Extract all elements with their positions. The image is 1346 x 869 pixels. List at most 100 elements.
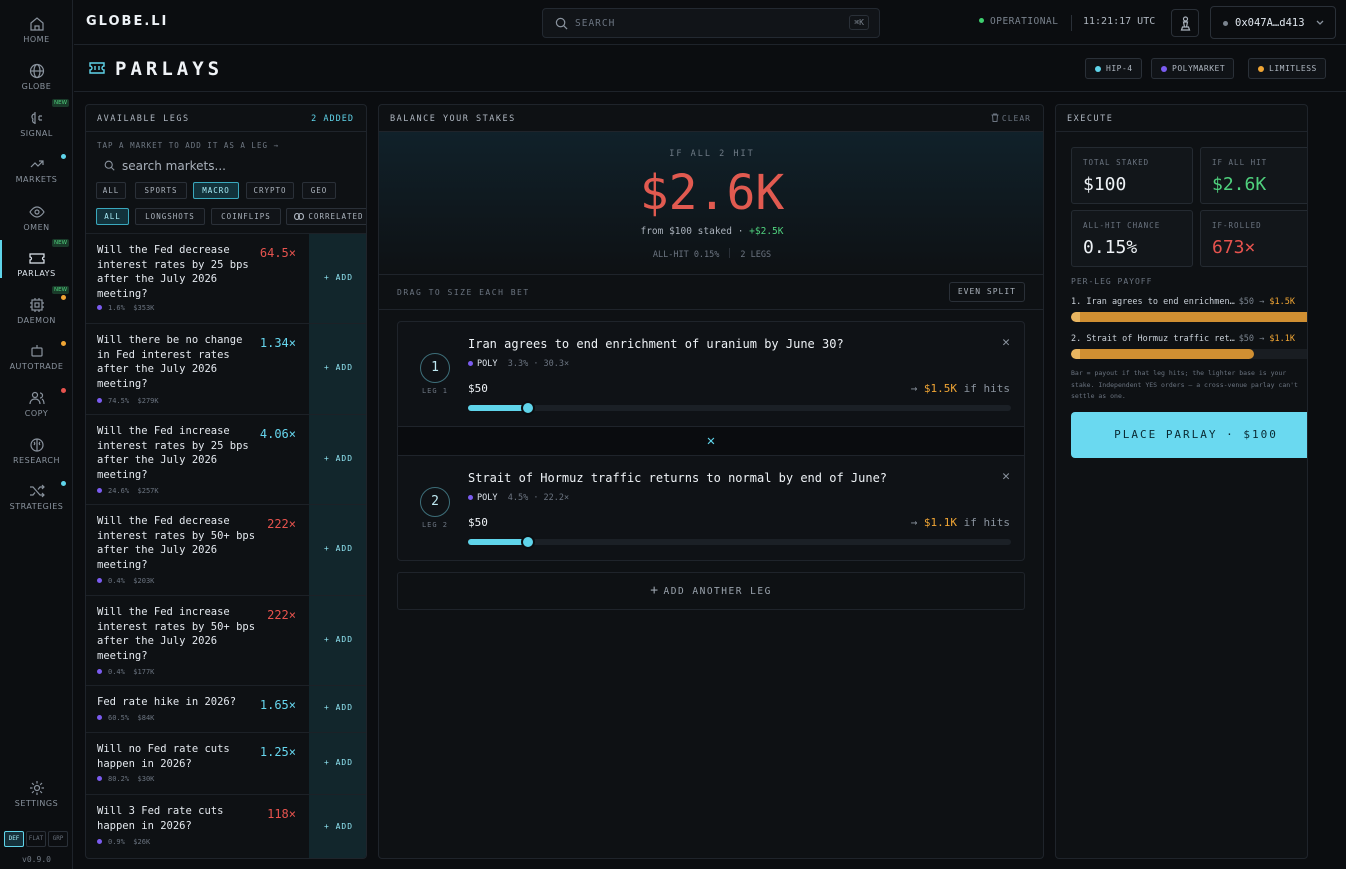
nav-daemon[interactable]: NEW DAEMON — [0, 283, 73, 327]
nav-strategies[interactable]: STRATEGIES — [0, 469, 73, 513]
theme-flat[interactable]: FLAT — [26, 831, 46, 847]
link-icon — [294, 213, 304, 220]
stat-label: IF-ROLLED — [1212, 221, 1262, 230]
filter-all[interactable]: ALL — [96, 208, 129, 225]
slider-handle[interactable] — [520, 401, 535, 415]
per-leg-title: PER-LEG PAYOFF — [1071, 277, 1153, 286]
per-leg-bar-fill — [1071, 349, 1254, 359]
drag-label: DRAG TO SIZE EACH BET — [397, 288, 530, 297]
venue-dot — [97, 398, 102, 403]
market-row[interactable]: Will there be no change in Fed interest … — [86, 323, 366, 414]
even-split-button[interactable]: EVEN SPLIT — [948, 282, 1025, 302]
nav-label: MARKETS — [15, 175, 58, 184]
add-leg-button[interactable]: + ADD — [309, 686, 366, 732]
nav-settings[interactable]: SETTINGS — [0, 766, 73, 810]
stake-slider[interactable] — [468, 401, 1011, 415]
venue-label: POLYMARKET — [1172, 64, 1226, 73]
venue-limitless[interactable]: LIMITLESS — [1248, 58, 1326, 79]
nav-home[interactable]: HOME — [0, 2, 73, 46]
nav-autotrade[interactable]: AUTOTRADE — [0, 329, 73, 373]
market-row[interactable]: Will the Fed decrease interest rates by … — [86, 233, 366, 323]
add-leg-button[interactable]: + ADD — [309, 795, 366, 858]
venue-dot — [97, 839, 102, 844]
panel-title: BALANCE YOUR STAKES — [379, 105, 1043, 132]
leg-question: Iran agrees to end enrichment of uranium… — [468, 337, 844, 351]
filter-longshots[interactable]: LONGSHOTS — [135, 208, 205, 225]
market-row[interactable]: Will the Fed decrease interest rates by … — [86, 504, 366, 595]
market-question: Will the Fed increase interest rates by … — [97, 425, 249, 481]
leg-odds: 3.3% · 30.3× — [507, 359, 570, 369]
market-prob: 0.4% — [108, 577, 125, 585]
chip-all[interactable]: ALL — [96, 182, 126, 199]
copy-dot — [61, 388, 66, 393]
add-leg-button[interactable]: + ADD — [309, 505, 366, 595]
hero-stats: ALL-HIT 0.15% 2 LEGS — [379, 248, 1043, 260]
add-leg-button[interactable]: + ADD — [309, 415, 366, 504]
stake-slider[interactable] — [468, 535, 1011, 549]
leg-payout-value: $1.1K — [923, 516, 958, 529]
nav-label: RESEARCH — [13, 456, 60, 465]
leg-hits: if hits — [963, 516, 1010, 529]
filter-correlated[interactable]: CORRELATED — [286, 208, 366, 225]
add-leg-button[interactable]: + ADD — [309, 234, 366, 323]
venue-dot — [97, 776, 102, 781]
stat-value: 0.15% — [1083, 237, 1138, 258]
logo[interactable]: GLOBE.LI — [86, 14, 168, 29]
leg-question: Strait of Hormuz traffic returns to norm… — [468, 471, 888, 485]
add-another-leg-button[interactable]: + ADD ANOTHER LEG — [397, 572, 1025, 610]
add-leg-button[interactable]: + ADD — [309, 596, 366, 685]
nav-markets[interactable]: MARKETS — [0, 142, 73, 186]
nav-copy[interactable]: COPY — [0, 376, 73, 420]
nav-parlays[interactable]: NEW PARLAYS — [0, 236, 73, 280]
stat-value: $100 — [1083, 174, 1127, 195]
nav-signal[interactable]: NEW SIGNAL — [0, 96, 73, 140]
slider-handle[interactable] — [520, 535, 535, 549]
nav-globe[interactable]: GLOBE — [0, 49, 73, 93]
venue-hip4[interactable]: HIP-4 — [1085, 58, 1142, 79]
stat-all-hit-chance: ALL-HIT CHANCE 0.15% — [1071, 210, 1193, 267]
nav-research[interactable]: RESEARCH — [0, 423, 73, 467]
market-search-input[interactable]: search markets... — [122, 159, 226, 173]
chip-geo[interactable]: GEO — [302, 182, 336, 199]
theme-grp[interactable]: GRP — [48, 831, 68, 847]
market-question: Will the Fed increase interest rates by … — [97, 606, 256, 662]
market-meta: 0.4% $177K — [97, 668, 154, 676]
theme-def[interactable]: DEF — [4, 831, 24, 847]
strategies-dot — [61, 481, 66, 486]
venue-dot — [97, 305, 102, 310]
market-meta: 0.9% $26K — [97, 838, 150, 846]
close-icon[interactable]: ✕ — [1002, 469, 1010, 484]
market-question: Will the Fed decrease interest rates by … — [97, 244, 249, 300]
place-parlay-button[interactable]: PLACE PARLAY · $100 — [1071, 412, 1307, 458]
wallet-button[interactable]: 0x047A…d413 — [1210, 6, 1336, 39]
market-multiplier: 1.25× — [259, 745, 296, 759]
chip-macro[interactable]: MACRO — [193, 182, 239, 199]
market-row[interactable]: Will no Fed rate cuts happen in 2026? 1.… — [86, 732, 366, 794]
payoff-note: Bar = payout if that leg hits; the light… — [1071, 369, 1298, 400]
market-row[interactable]: Will 3 Fed rate cuts happen in 2026? 118… — [86, 794, 366, 858]
add-leg-label: ADD ANOTHER LEG — [663, 586, 772, 597]
filter-coinflips[interactable]: COINFLIPS — [211, 208, 281, 225]
market-row[interactable]: Will the Fed increase interest rates by … — [86, 595, 366, 685]
venue-polymarket[interactable]: POLYMARKET — [1151, 58, 1235, 79]
chip-crypto[interactable]: CRYPTO — [246, 182, 294, 199]
chevron-down-icon — [1316, 20, 1324, 25]
nav-omen[interactable]: OMEN — [0, 190, 73, 234]
market-row[interactable]: Will the Fed increase interest rates by … — [86, 414, 366, 504]
clear-button[interactable]: CLEAR — [991, 113, 1031, 123]
venue-dot — [97, 578, 102, 583]
market-row[interactable]: Fed rate hike in 2026? 1.65× 60.5% $84K … — [86, 685, 366, 732]
stat-if-rolled: IF-ROLLED 673× — [1200, 210, 1307, 267]
brain-circle-icon — [29, 438, 44, 452]
plus-icon: + — [650, 583, 660, 598]
multiply-icon: ✕ — [397, 427, 1025, 455]
chess-button[interactable] — [1171, 9, 1199, 37]
close-icon[interactable]: ✕ — [1002, 335, 1010, 350]
market-meta: 0.4% $203K — [97, 577, 154, 585]
add-leg-button[interactable]: + ADD — [309, 324, 366, 414]
add-leg-button[interactable]: + ADD — [309, 733, 366, 794]
chip-sports[interactable]: SPORTS — [135, 182, 187, 199]
add-label: + ADD — [323, 757, 354, 767]
market-volume: $257K — [137, 487, 159, 495]
global-search[interactable]: SEARCH ⌘K — [542, 8, 880, 38]
